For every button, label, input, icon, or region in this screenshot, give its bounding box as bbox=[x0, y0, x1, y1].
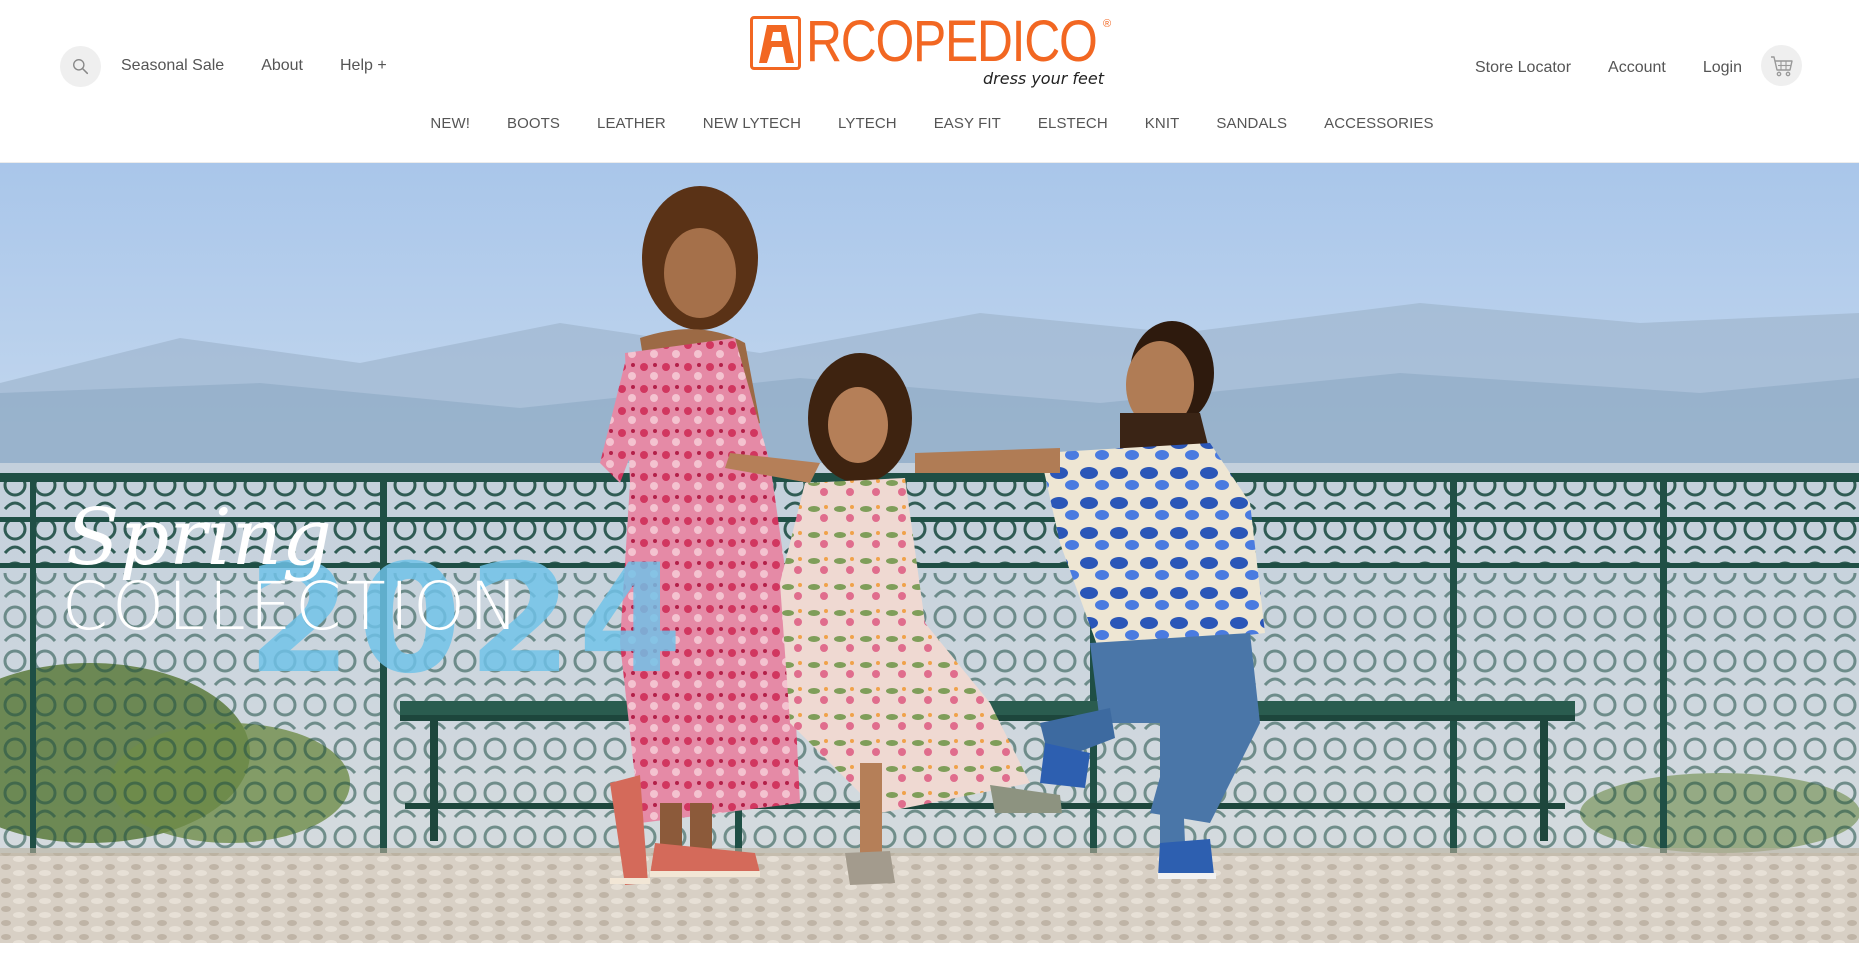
search-button[interactable] bbox=[60, 46, 101, 87]
cart-icon bbox=[1770, 55, 1793, 76]
site-header: Seasonal Sale About Help + RCOPEDICO ® d… bbox=[0, 0, 1859, 163]
account-link[interactable]: Account bbox=[1608, 59, 1666, 77]
hero-banner[interactable]: 2024 Spring COLLECTION bbox=[0, 163, 1859, 943]
utility-nav-left: Seasonal Sale About Help + bbox=[121, 57, 387, 75]
nav-sandals[interactable]: SANDALS bbox=[1216, 115, 1287, 132]
cart-button[interactable] bbox=[1761, 45, 1802, 86]
seasonal-sale-link[interactable]: Seasonal Sale bbox=[121, 57, 224, 75]
login-link[interactable]: Login bbox=[1703, 59, 1742, 77]
logo-tagline: dress your feet bbox=[983, 69, 1104, 88]
utility-nav-right: Store Locator Account Login bbox=[1475, 59, 1742, 77]
hero-title-collection: COLLECTION bbox=[62, 568, 523, 645]
logo-registered-mark: ® bbox=[1103, 18, 1112, 30]
nav-lytech[interactable]: LYTECH bbox=[838, 115, 897, 132]
nav-boots[interactable]: BOOTS bbox=[507, 115, 560, 132]
search-icon bbox=[73, 59, 89, 75]
nav-easy-fit[interactable]: EASY FIT bbox=[934, 115, 1001, 132]
category-nav: NEW! BOOTS LEATHER NEW LYTECH LYTECH EAS… bbox=[0, 115, 1859, 132]
nav-new[interactable]: NEW! bbox=[430, 115, 470, 132]
brand-logo[interactable]: RCOPEDICO ® dress your feet bbox=[750, 10, 1116, 94]
nav-accessories[interactable]: ACCESSORIES bbox=[1324, 115, 1433, 132]
help-menu[interactable]: Help + bbox=[340, 57, 387, 75]
logo-mark bbox=[750, 16, 801, 70]
logo-wordmark: RCOPEDICO bbox=[806, 9, 1098, 74]
nav-elstech[interactable]: ELSTECH bbox=[1038, 115, 1108, 132]
store-locator-link[interactable]: Store Locator bbox=[1475, 59, 1571, 77]
about-link[interactable]: About bbox=[261, 57, 303, 75]
hero-title: 2024 Spring COLLECTION bbox=[62, 493, 682, 695]
nav-leather[interactable]: LEATHER bbox=[597, 115, 666, 132]
nav-knit[interactable]: KNIT bbox=[1145, 115, 1180, 132]
nav-new-lytech[interactable]: NEW LYTECH bbox=[703, 115, 801, 132]
